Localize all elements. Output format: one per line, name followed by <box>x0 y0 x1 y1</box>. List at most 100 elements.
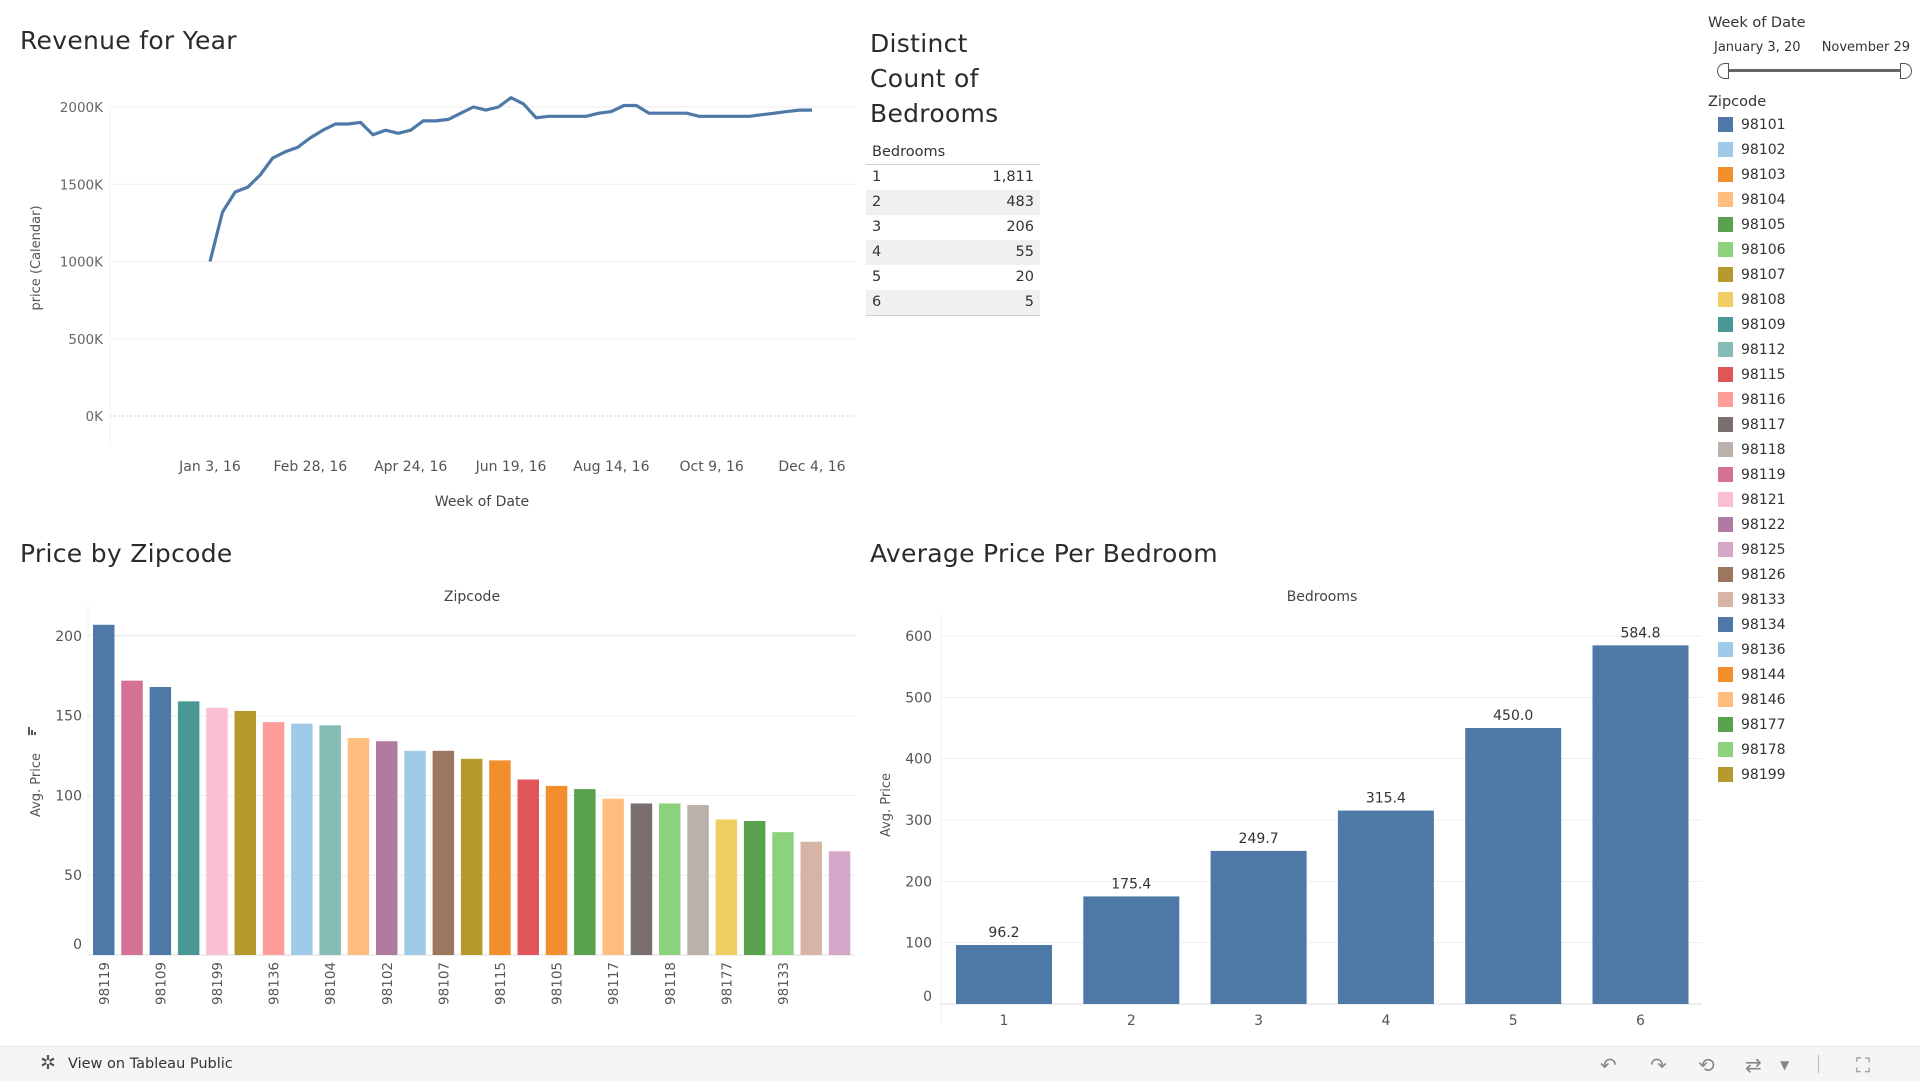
zipcode-bar[interactable] <box>828 851 851 955</box>
count-cell: 483 <box>1006 194 1034 210</box>
zipcode-bar[interactable] <box>460 758 483 955</box>
legend-item[interactable]: 98103 <box>1708 162 1918 187</box>
zipcode-y-tick: 100 <box>55 788 82 804</box>
legend-item[interactable]: 98105 <box>1708 212 1918 237</box>
zipcode-bar[interactable] <box>630 803 653 955</box>
legend-item[interactable]: 98107 <box>1708 262 1918 287</box>
legend-item[interactable]: 98115 <box>1708 362 1918 387</box>
legend-swatch <box>1718 742 1733 757</box>
legend-swatch <box>1718 217 1733 232</box>
legend-item[interactable]: 98117 <box>1708 412 1918 437</box>
legend-swatch <box>1718 492 1733 507</box>
zipcode-bar[interactable] <box>93 624 115 955</box>
legend-item[interactable]: 98112 <box>1708 337 1918 362</box>
zipcode-bar[interactable] <box>517 779 540 955</box>
zipcode-bar[interactable] <box>432 750 455 955</box>
legend-item[interactable]: 98119 <box>1708 462 1918 487</box>
zipcode-x-tick: 98109 <box>153 962 169 1005</box>
legend-item[interactable]: 98101 <box>1708 112 1918 137</box>
legend-item[interactable]: 98125 <box>1708 537 1918 562</box>
legend-label: 98136 <box>1741 641 1786 658</box>
legend-item[interactable]: 98178 <box>1708 737 1918 762</box>
zipcode-bar[interactable] <box>743 821 766 955</box>
legend-item[interactable]: 98122 <box>1708 512 1918 537</box>
legend-item[interactable]: 98102 <box>1708 137 1918 162</box>
legend-item[interactable]: 98108 <box>1708 287 1918 312</box>
bedroom-bar[interactable] <box>1465 728 1562 1004</box>
bedroom-x-tick: 4 <box>1381 1013 1390 1029</box>
redo-icon[interactable]: ↷ <box>1650 1053 1667 1077</box>
legend-item[interactable]: 98134 <box>1708 612 1918 637</box>
legend-item[interactable]: 98136 <box>1708 637 1918 662</box>
bedroom-bar[interactable] <box>1592 645 1689 1004</box>
view-on-tableau-link[interactable]: View on Tableau Public <box>68 1056 233 1072</box>
bedroom-count-table: Bedrooms 1 1,811 2 483 3 206 4 55 5 20 6 5 <box>866 144 1040 316</box>
bedroom-bar-value: 96.2 <box>988 925 1019 941</box>
legend-item[interactable]: 98106 <box>1708 237 1918 262</box>
zipcode-bar[interactable] <box>319 725 341 955</box>
slider-start-handle[interactable] <box>1717 63 1729 79</box>
count-cell: 5 <box>1024 294 1034 310</box>
zipcode-bar[interactable] <box>715 819 738 955</box>
legend-item[interactable]: 98109 <box>1708 312 1918 337</box>
zipcode-y-tick: 0 <box>73 937 82 953</box>
legend-item[interactable]: 98121 <box>1708 487 1918 512</box>
legend-label: 98112 <box>1741 341 1786 358</box>
legend-item[interactable]: 98118 <box>1708 437 1918 462</box>
zipcode-bar[interactable] <box>376 741 398 955</box>
bedroom-bar[interactable] <box>956 944 1052 1004</box>
zipcode-bar[interactable] <box>800 841 823 955</box>
zipcode-x-tick: 98105 <box>550 962 566 1005</box>
revenue-x-tick: Aug 14, 16 <box>573 459 649 475</box>
revert-icon[interactable]: ⟲ <box>1698 1053 1715 1077</box>
bedroom-bar[interactable] <box>1337 810 1434 1004</box>
zipcode-bar[interactable] <box>404 750 426 955</box>
legend-label: 98101 <box>1741 116 1786 133</box>
bedroom-bar-value: 450.0 <box>1493 708 1533 724</box>
legend-item[interactable]: 98199 <box>1708 762 1918 787</box>
week-filter-title: Week of Date <box>1708 15 1806 31</box>
revenue-series-line[interactable] <box>208 96 812 262</box>
zipcode-bar[interactable] <box>574 789 596 955</box>
legend-item[interactable]: 98104 <box>1708 187 1918 212</box>
bedroom-bar[interactable] <box>1210 850 1307 1004</box>
zipcode-bar[interactable] <box>234 710 257 955</box>
legend-item[interactable]: 98133 <box>1708 587 1918 612</box>
dropdown-icon[interactable]: ▼ <box>1780 1058 1789 1072</box>
bedroom-x-tick: 5 <box>1509 1013 1518 1029</box>
zipcode-bar[interactable] <box>772 832 794 955</box>
zipcode-bar[interactable] <box>347 738 370 955</box>
bedroom-table-header: Bedrooms <box>866 144 1040 165</box>
slider-end-handle[interactable] <box>1900 63 1912 79</box>
zipcode-bar[interactable] <box>206 707 228 955</box>
fullscreen-icon[interactable]: ⛶ <box>1856 1053 1870 1077</box>
sort-icon[interactable] <box>28 727 36 735</box>
zipcode-bar[interactable] <box>545 785 568 955</box>
legend-item[interactable]: 98126 <box>1708 562 1918 587</box>
week-range-slider[interactable] <box>1708 59 1918 81</box>
zipcode-bar[interactable] <box>177 701 200 955</box>
bedroom-cell: 1 <box>872 169 882 185</box>
zipcode-bar[interactable] <box>687 805 709 955</box>
bedroom-bar-chart[interactable]: Bedrooms 0 100 200 300 400 500 600 96.2 1 175.4 2… <box>866 580 1716 1040</box>
bedroom-bar-value: 249.7 <box>1239 831 1279 847</box>
undo-icon[interactable]: ↶ <box>1600 1053 1617 1077</box>
legend-item[interactable]: 98146 <box>1708 687 1918 712</box>
bedroom-cell: 4 <box>872 244 882 260</box>
zipcode-bar[interactable] <box>121 680 143 955</box>
legend-label: 98108 <box>1741 291 1786 308</box>
legend-item[interactable]: 98116 <box>1708 387 1918 412</box>
zipcode-bar[interactable] <box>291 723 313 955</box>
bedroom-bar[interactable] <box>1083 896 1180 1004</box>
revenue-line-chart[interactable]: 0K 500K 1000K 1500K 2000K Jan 3, 16 Feb 28, 1… <box>0 80 870 590</box>
zipcode-bar-chart[interactable]: Zipcode 0 50 100 150 200 98119 98109 98199 9813… <box>0 580 870 1040</box>
refresh-icon[interactable]: ⇄ <box>1745 1053 1762 1077</box>
zipcode-bar[interactable] <box>149 687 172 955</box>
zipcode-bar[interactable] <box>602 798 624 955</box>
legend-item[interactable]: 98144 <box>1708 662 1918 687</box>
zipcode-bar[interactable] <box>489 760 511 955</box>
zipcode-bar[interactable] <box>262 722 285 955</box>
legend-item[interactable]: 98177 <box>1708 712 1918 737</box>
legend-label: 98107 <box>1741 266 1786 283</box>
zipcode-bar[interactable] <box>659 803 681 955</box>
